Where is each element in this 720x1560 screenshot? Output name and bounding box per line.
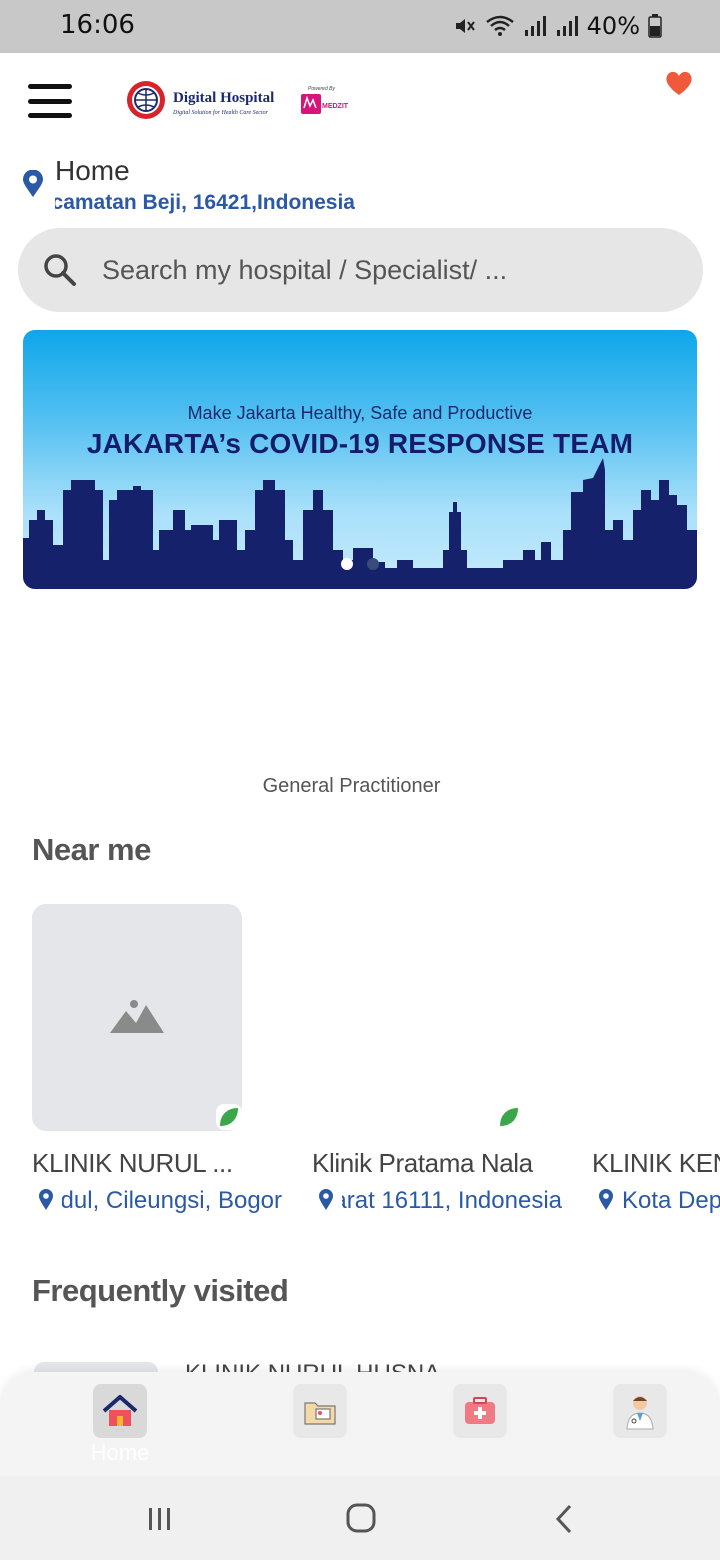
app-screen: 16:06 40% Digital Hospital Digital Solut… [0,0,720,1560]
near-me-title: Near me [32,832,151,867]
mute-icon [455,19,475,33]
powered-brand: MEDZIT [322,103,349,110]
carousel-dot[interactable] [367,558,379,570]
clinic-name: KLINIK NURUL ... [32,1148,233,1178]
digital-hospital-logo: Digital Hospital Digital Solution for He… [125,78,355,124]
powered-by-label: Powered By [308,86,335,92]
location-pin-icon [599,1189,613,1210]
carousel-dot-active[interactable] [341,558,353,570]
search-icon [44,254,76,286]
clinic-location: Kota Bogor, Jawa Barat 16111, Indonesia [312,1187,562,1217]
location-pin-icon [319,1189,333,1210]
bottom-navigation: Home [0,1372,720,1476]
clinic-address: Kota Bogor, Jawa Barat 16111, Indonesia [342,1187,562,1214]
nav-doctor[interactable] [613,1384,667,1438]
menu-bar [28,113,72,118]
status-bar: 16:06 40% [0,0,720,53]
heart-icon [666,71,692,95]
nav-home-label: Home [90,1440,150,1465]
home-button-icon[interactable] [341,1502,381,1536]
signal-icon [524,16,546,36]
clinic-image [312,904,522,1131]
leaf-badge-icon [496,1104,522,1130]
city-skyline-illustration [23,458,697,589]
clinic-address: Cileungsi Kidul, Cileungsi, Bogor. [62,1187,282,1214]
leaf-badge-icon [216,1104,242,1130]
favorite-button[interactable] [664,68,694,98]
menu-bar [28,84,72,89]
banner-subtitle: Make Jakarta Healthy, Safe and Productiv… [187,403,533,423]
search-input[interactable] [102,248,662,292]
menu-button[interactable] [28,84,72,118]
nav-records[interactable] [293,1384,347,1438]
status-icons: 40% [453,12,662,40]
battery-icon [648,14,662,38]
location-pin-icon [23,170,43,197]
clinic-location: Cileungsi Kidul, Cileungsi, Bogor. [32,1187,282,1217]
nav-home[interactable] [93,1384,147,1438]
location-title[interactable]: Home [55,155,130,187]
doctor-icon [626,1396,654,1430]
logo-text: Digital Hospital [173,90,274,106]
clinic-name: Klinik Pratama Nala [312,1148,533,1178]
first-aid-icon [465,1397,495,1424]
back-icon[interactable] [544,1502,584,1536]
recent-apps-icon[interactable] [140,1502,180,1536]
medical-record-icon [304,1402,336,1425]
battery-percent: 40% [586,12,640,40]
menu-bar [28,98,72,104]
wifi-icon [485,15,514,36]
clinic-address: Kota Depok, Jawa Barat, Ban [622,1187,720,1214]
location-address[interactable]: Kecamatan Beji, 16421,Indonesia [55,191,355,215]
clinic-location: Kota Depok, Jawa Barat, Ban [592,1187,720,1217]
clinic-card[interactable]: KLINIK KENCANA Kota Depok, Jawa Barat, B… [592,904,720,1224]
image-placeholder-icon [110,1000,164,1033]
logo-tagline: Digital Solution for Health Care Sector [172,109,269,116]
nav-emergency[interactable] [453,1384,507,1438]
search-bar[interactable] [18,228,703,312]
frequently-visited-title: Frequently visited [32,1273,289,1308]
promo-banner[interactable]: Make Jakarta Healthy, Safe and Productiv… [23,330,697,589]
category-label[interactable]: General Practitioner [0,775,703,798]
system-navigation-bar [0,1476,720,1560]
clinic-image [32,904,242,1131]
clinic-name: KLINIK KENCANA [592,1148,720,1178]
home-icon [102,1395,138,1426]
location-pin-icon [39,1189,53,1210]
signal-icon-2 [556,16,578,36]
status-time: 16:06 [60,10,135,40]
